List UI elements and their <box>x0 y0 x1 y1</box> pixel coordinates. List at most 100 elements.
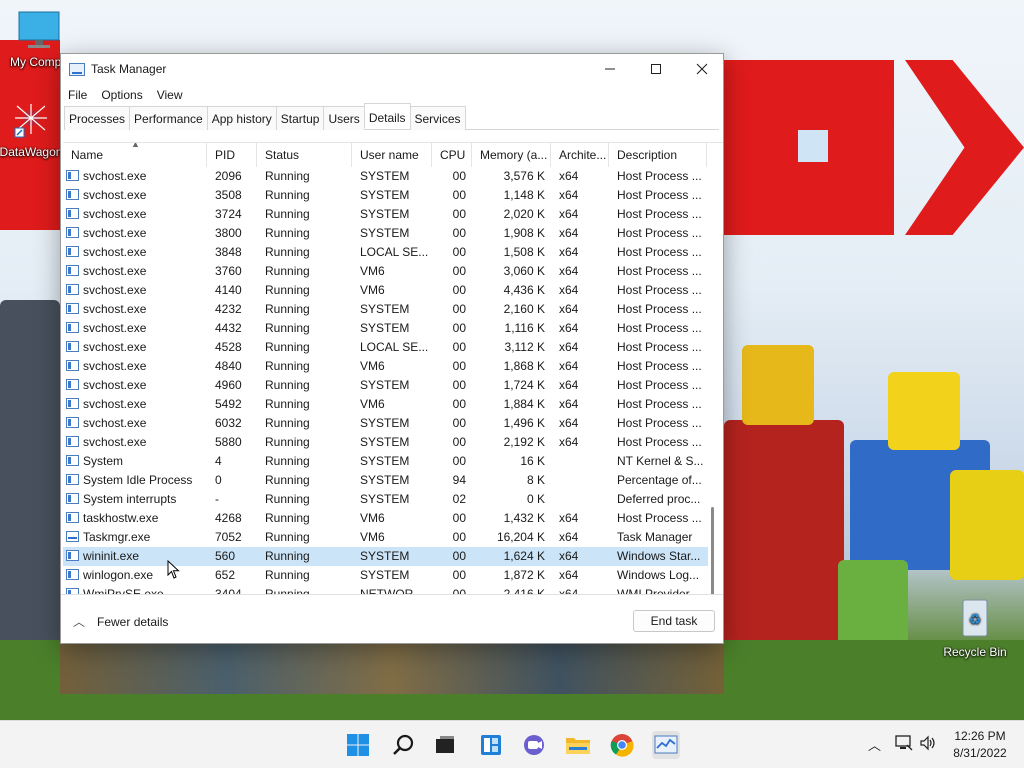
table-row[interactable]: svchost.exe 6032 Running SYSTEM 00 1,496 K x64… <box>63 414 708 433</box>
desktop-icon-recycle-bin[interactable]: ♻ Recycle Bin <box>938 596 1012 659</box>
menu-file[interactable]: File <box>68 88 87 102</box>
file-explorer-icon[interactable] <box>564 731 592 759</box>
scrollbar-thumb[interactable] <box>711 507 714 594</box>
tab-services[interactable]: Services <box>409 106 466 130</box>
process-description: Host Process ... <box>617 283 702 297</box>
table-row[interactable]: svchost.exe 3800 Running SYSTEM 00 1,908 K x64… <box>63 224 708 243</box>
monitor-icon <box>2 10 76 53</box>
column-header-user-name[interactable]: User name <box>352 143 432 167</box>
process-name: svchost.exe <box>83 264 147 278</box>
process-status: Running <box>265 511 310 525</box>
table-row[interactable]: System 4 Running SYSTEM 00 16 K NT Kernel & S.… <box>63 452 708 471</box>
table-row[interactable]: Taskmgr.exe 7052 Running VM6 00 16,204 K x64 Ta… <box>63 528 708 547</box>
process-architecture: x64 <box>559 302 579 316</box>
end-task-button[interactable]: End task <box>633 610 715 632</box>
task-view-icon[interactable] <box>431 731 459 759</box>
process-memory: 2,160 K <box>503 302 545 316</box>
table-row[interactable]: svchost.exe 3848 Running LOCAL SE... 00 1,508… <box>63 243 708 262</box>
process-cpu: 94 <box>452 473 466 487</box>
close-button[interactable] <box>679 54 725 84</box>
process-name: svchost.exe <box>83 207 147 221</box>
volume-icon[interactable] <box>919 735 937 754</box>
process-architecture: x64 <box>559 549 579 563</box>
table-row[interactable]: System Idle Process 0 Running SYSTEM 94 8 K Pe… <box>63 471 708 490</box>
vertical-scrollbar[interactable] <box>711 167 715 594</box>
widgets-icon[interactable] <box>477 731 505 759</box>
column-header-pid[interactable]: PID <box>207 143 257 167</box>
details-grid[interactable]: Name PID Status User name CPU Memory (a.… <box>63 142 723 594</box>
table-row[interactable]: svchost.exe 2096 Running SYSTEM 00 3,576 K x64… <box>63 167 708 186</box>
process-user: VM6 <box>360 530 385 544</box>
process-description: Host Process ... <box>617 511 702 525</box>
column-header-memory[interactable]: Memory (a... <box>472 143 551 167</box>
process-icon <box>66 265 79 276</box>
tab-startup[interactable]: Startup <box>275 106 325 130</box>
tab-processes[interactable]: Processes <box>64 106 131 130</box>
fewer-details-button[interactable]: ︿ Fewer details <box>73 613 168 630</box>
process-user: VM6 <box>360 397 385 411</box>
table-row[interactable]: WmiPrvSE.exe 3404 Running NETWORK ... 00 2,41… <box>63 585 708 594</box>
process-icon <box>66 550 79 561</box>
table-row[interactable]: svchost.exe 5492 Running VM6 00 1,884 K x64 Hos… <box>63 395 708 414</box>
table-row[interactable]: System interrupts - Running SYSTEM 02 0 K Defe… <box>63 490 708 509</box>
process-user: VM6 <box>360 283 385 297</box>
table-row[interactable]: svchost.exe 4840 Running VM6 00 1,868 K x64 Hos… <box>63 357 708 376</box>
column-header-architecture[interactable]: Archite... <box>551 143 609 167</box>
table-row[interactable]: svchost.exe 4232 Running SYSTEM 00 2,160 K x64… <box>63 300 708 319</box>
process-user: SYSTEM <box>360 207 410 221</box>
table-row[interactable]: svchost.exe 4432 Running SYSTEM 00 1,116 K x64… <box>63 319 708 338</box>
menu-options[interactable]: Options <box>101 88 142 102</box>
tab-users[interactable]: Users <box>323 106 365 130</box>
column-header-description[interactable]: Description <box>609 143 707 167</box>
process-name: svchost.exe <box>83 245 147 259</box>
chrome-icon[interactable] <box>608 731 636 759</box>
process-icon <box>66 436 79 447</box>
process-status: Running <box>265 549 310 563</box>
minimize-button[interactable] <box>587 54 633 84</box>
tab-app-history[interactable]: App history <box>206 106 277 130</box>
chat-icon[interactable] <box>520 731 548 759</box>
windows-start-icon[interactable] <box>344 731 372 759</box>
search-icon[interactable] <box>389 731 417 759</box>
maximize-button[interactable] <box>633 54 679 84</box>
process-name: System interrupts <box>83 492 177 506</box>
process-icon <box>66 170 79 181</box>
table-row[interactable]: winlogon.exe 652 Running SYSTEM 00 1,872 K x64… <box>63 566 708 585</box>
table-row[interactable]: svchost.exe 3724 Running SYSTEM 00 2,020 K x64… <box>63 205 708 224</box>
process-name: svchost.exe <box>83 416 147 430</box>
process-icon <box>66 246 79 257</box>
table-row[interactable]: svchost.exe 4140 Running VM6 00 4,436 K x64 Hos… <box>63 281 708 300</box>
process-memory: 1,508 K <box>503 245 545 259</box>
tab-details[interactable]: Details <box>363 103 411 129</box>
chevron-up-icon[interactable]: ︿ <box>868 735 881 754</box>
table-row[interactable]: svchost.exe 4528 Running LOCAL SE... 00 3,112… <box>63 338 708 357</box>
task-manager-icon[interactable] <box>652 731 680 759</box>
column-header-cpu[interactable]: CPU <box>432 143 472 167</box>
process-architecture: x64 <box>559 568 579 582</box>
tab-strip: Processes Performance App history Startu… <box>64 103 719 130</box>
table-row[interactable]: taskhostw.exe 4268 Running VM6 00 1,432 K x64 H… <box>63 509 708 528</box>
process-cpu: 00 <box>452 587 466 594</box>
process-pid: 4840 <box>215 359 242 373</box>
table-row[interactable]: svchost.exe 5880 Running SYSTEM 00 2,192 K x64… <box>63 433 708 452</box>
task-manager-window[interactable]: Task Manager File Options View Processes… <box>60 53 724 644</box>
tab-performance[interactable]: Performance <box>129 106 208 130</box>
process-description: Host Process ... <box>617 340 702 354</box>
menu-view[interactable]: View <box>157 88 183 102</box>
process-memory: 1,148 K <box>503 188 545 202</box>
desktop-icon-datawagon[interactable]: DataWagon <box>0 100 68 159</box>
process-user: SYSTEM <box>360 188 410 202</box>
process-icon <box>66 360 79 371</box>
network-icon[interactable] <box>895 735 913 754</box>
process-cpu: 00 <box>452 302 466 316</box>
process-architecture: x64 <box>559 283 579 297</box>
table-row[interactable]: svchost.exe 3508 Running SYSTEM 00 1,148 K x64… <box>63 186 708 205</box>
title-bar[interactable]: Task Manager <box>61 54 723 84</box>
table-row[interactable]: wininit.exe 560 Running SYSTEM 00 1,624 K x64 W… <box>63 547 708 566</box>
table-row[interactable]: svchost.exe 4960 Running SYSTEM 00 1,724 K x64… <box>63 376 708 395</box>
column-header-status[interactable]: Status <box>257 143 352 167</box>
process-memory: 3,060 K <box>503 264 545 278</box>
process-pid: 4960 <box>215 378 242 392</box>
system-clock[interactable]: 12:26 PM 8/31/2022 <box>940 728 1020 762</box>
table-row[interactable]: svchost.exe 3760 Running VM6 00 3,060 K x64 Hos… <box>63 262 708 281</box>
